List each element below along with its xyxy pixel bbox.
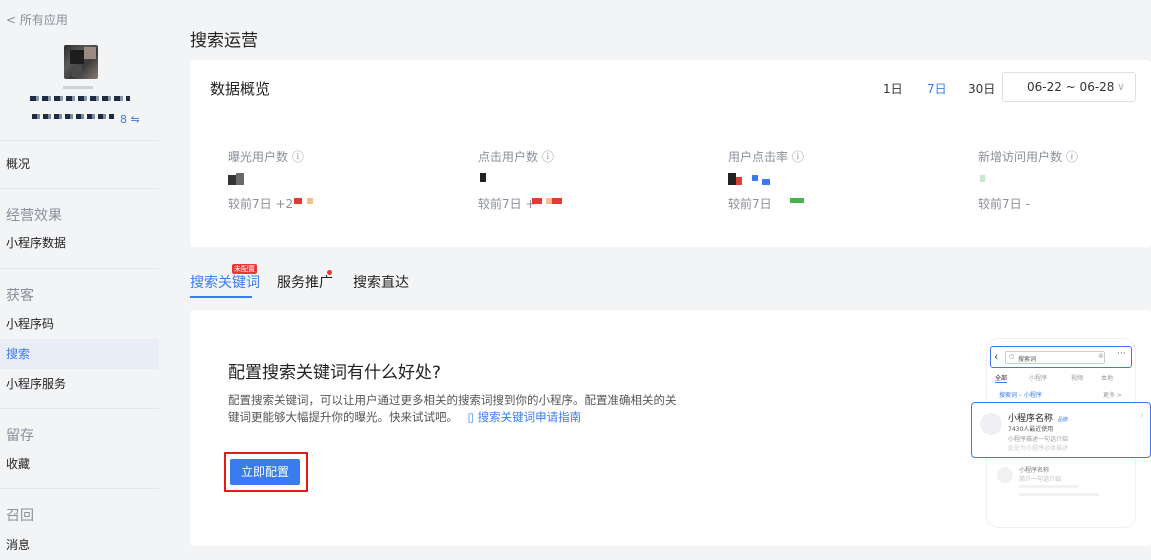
more-options-icon: ··· xyxy=(1117,349,1126,359)
filter-local: 本地 xyxy=(1101,375,1114,382)
filter-underline xyxy=(995,382,1007,383)
row2-title: 小程序名称 xyxy=(1019,467,1050,474)
divider xyxy=(0,408,159,409)
search-icon: ○ xyxy=(1009,353,1015,360)
clear-icon: ⊗ xyxy=(1098,352,1104,360)
preview-result-card: 小程序名称 品牌 7430人最近使用 小程序描述一句话介绍 此处为小程序必体描述… xyxy=(971,402,1151,458)
overview-title: 数据概览 xyxy=(210,80,271,98)
guide-link-text: 搜索关键词申请指南 xyxy=(477,410,582,424)
active-tab-indicator xyxy=(190,296,252,298)
preview-search-bar: ‹ ○ 搜索词 ⊗ ··· xyxy=(990,346,1132,368)
stat-click-users: 点击用户数 ⓘ 较前7日 + xyxy=(478,148,678,211)
app-icon-placeholder xyxy=(980,413,1002,435)
stat-value-blurred xyxy=(478,173,678,189)
divider xyxy=(0,488,159,489)
sidebar-group-operations: 经营效果 xyxy=(6,208,62,224)
sidebar-group-recall: 召回 xyxy=(6,508,34,524)
sidebar-item-overview[interactable]: 概况 xyxy=(0,149,159,179)
range-7-days[interactable]: 7日 xyxy=(927,80,947,97)
sidebar-item-mini-program-service[interactable]: 小程序服务 xyxy=(0,369,159,399)
tab-label: 服务推广 xyxy=(277,275,333,291)
date-range-picker[interactable]: 06-22 ~ 06-28 ∨ xyxy=(1002,72,1136,102)
stat-compare: 较前7日 xyxy=(728,195,928,211)
stat-label: 新增访问用户数 ⓘ xyxy=(978,150,1078,164)
stat-click-rate: 用户点击率 ⓘ 较前7日 xyxy=(728,148,928,211)
stat-compare: 较前7日 + xyxy=(478,195,678,211)
app-icon-placeholder xyxy=(997,467,1013,483)
card-title: 小程序名称 品牌 xyxy=(1008,411,1068,424)
range-1-day[interactable]: 1日 xyxy=(883,80,903,97)
card-desc: 小程序描述一句话介绍 xyxy=(1008,436,1069,443)
tab-search-direct[interactable]: 搜索直达 xyxy=(353,272,409,292)
sidebar-group-retention: 留存 xyxy=(6,428,34,444)
stat-compare-text: 较前7日 + xyxy=(478,197,536,211)
stat-exposure-users: 曝光用户数 ⓘ 较前7日 +2 xyxy=(228,148,428,211)
chevron-right-icon: › xyxy=(1140,411,1144,421)
filter-all: 全部 xyxy=(995,375,1008,382)
stat-compare-text: 较前7日 +2 xyxy=(228,197,294,211)
range-30-days[interactable]: 30日 xyxy=(968,80,995,97)
sidebar: < 所有应用 8 ⇋ 概况 经营效果 小程序数据 获客 小程序码 搜索 小程序服… xyxy=(0,0,159,552)
stat-new-visitors: 新增访问用户数 ⓘ 较前7日 - xyxy=(978,148,1151,211)
data-overview-card: 数据概览 1日 7日 30日 06-22 ~ 06-28 ∨ 曝光用户数 ⓘ 较… xyxy=(190,60,1151,247)
divider xyxy=(0,140,159,141)
stat-compare-text: 较前7日 - xyxy=(978,197,1030,211)
tab-label: 搜索关键词 xyxy=(190,275,260,291)
page-title: 搜索运营 xyxy=(190,31,258,51)
filter-mini-program: 小程序 xyxy=(1029,375,1048,382)
preview-search-text: 搜索词 xyxy=(1018,356,1037,363)
stat-compare-text: 较前7日 xyxy=(728,197,772,211)
more-link: 更多 > xyxy=(1103,392,1122,399)
stat-value-blurred xyxy=(978,173,1151,189)
sidebar-group-acquisition: 获客 xyxy=(6,288,34,304)
divider xyxy=(0,188,159,189)
card-users: 7430人最近使用 xyxy=(1008,426,1054,433)
divider xyxy=(0,268,159,269)
sidebar-item-mini-program-code[interactable]: 小程序码 xyxy=(0,309,159,339)
refresh-link[interactable]: 8 ⇋ xyxy=(120,113,140,126)
chevron-down-icon: ∨ xyxy=(1116,80,1125,93)
result-header: 搜索词 – 小程序 xyxy=(999,392,1042,399)
avatar xyxy=(64,45,98,79)
card-title-text: 小程序名称 xyxy=(1008,414,1054,424)
back-to-all-apps-link[interactable]: < 所有应用 xyxy=(6,11,68,28)
stat-label: 曝光用户数 ⓘ xyxy=(228,150,304,164)
filter-video: 视频 xyxy=(1071,375,1084,382)
date-range-value: 06-22 ~ 06-28 xyxy=(1027,80,1115,94)
not-configured-badge: 未配置 xyxy=(232,264,257,274)
sidebar-item-mini-program-data[interactable]: 小程序数据 xyxy=(0,228,159,258)
stat-compare: 较前7日 - xyxy=(978,195,1151,211)
stat-value-blurred xyxy=(728,173,928,189)
back-arrow-icon: ‹ xyxy=(994,350,999,363)
row2-desc: 简介一句话介绍 xyxy=(1019,476,1062,483)
sidebar-item-search[interactable]: 搜索 xyxy=(0,339,159,369)
sidebar-item-messages[interactable]: 消息 xyxy=(0,530,159,560)
placeholder-line xyxy=(1019,485,1079,488)
benefits-description: 配置搜索关键词，可以让用户通过更多相关的搜索词搜到你的小程序。配置准确相关的关键… xyxy=(228,392,680,426)
card-sub: 此处为小程序必体描述 xyxy=(1008,445,1069,452)
benefits-heading: 配置搜索关键词有什么好处? xyxy=(228,363,442,383)
tab-search-keywords[interactable]: 搜索关键词 未配置 xyxy=(190,264,260,292)
stat-value-blurred xyxy=(228,173,428,189)
stat-label: 点击用户数 ⓘ xyxy=(478,150,554,164)
stat-compare: 较前7日 +2 xyxy=(228,195,428,211)
stat-label: 用户点击率 ⓘ xyxy=(728,150,804,164)
notification-dot xyxy=(327,270,332,275)
document-icon: ▯ xyxy=(467,410,474,424)
sidebar-item-favorites[interactable]: 收藏 xyxy=(0,449,159,479)
card-tag: 品牌 xyxy=(1057,417,1068,423)
description-text: 配置搜索关键词，可以让用户通过更多相关的搜索词搜到你的小程序。配置准确相关的关键… xyxy=(228,393,677,424)
configure-now-button[interactable]: 立即配置 xyxy=(230,459,300,485)
guide-link[interactable]: ▯ 搜索关键词申请指南 xyxy=(468,410,582,424)
placeholder-line xyxy=(1019,493,1099,496)
tab-service-promotion[interactable]: 服务推广 xyxy=(277,270,333,292)
